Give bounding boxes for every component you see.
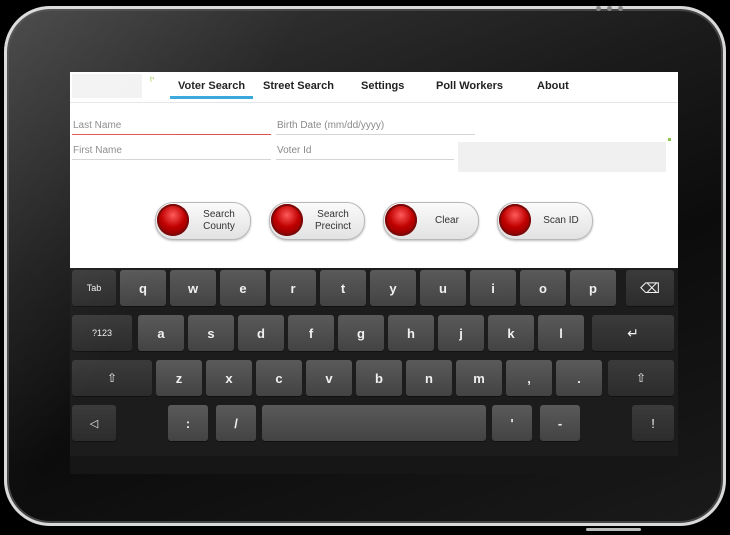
key-m[interactable]: m (456, 360, 502, 396)
last-name-input[interactable] (73, 118, 269, 132)
key-f[interactable]: f (288, 315, 334, 351)
key-apostrophe[interactable]: ' (492, 405, 532, 441)
key-o[interactable]: o (520, 270, 566, 306)
key-period[interactable]: . (556, 360, 602, 396)
search-county-button[interactable]: Search County (155, 202, 251, 240)
tab-street-search[interactable]: Street Search (263, 80, 334, 92)
key-comma[interactable]: , (506, 360, 552, 396)
red-led-icon (157, 204, 189, 236)
key-l[interactable]: l (538, 315, 584, 351)
voter-id-input[interactable] (277, 143, 453, 157)
keyboard-bottom-strip (70, 456, 678, 474)
birth-date-underline (276, 134, 475, 135)
home-indicator (586, 528, 641, 531)
first-name-underline (72, 159, 271, 160)
shift-right-key[interactable]: ⇧ (608, 360, 674, 396)
key-a[interactable]: a (138, 315, 184, 351)
key-hyphen[interactable]: - (540, 405, 580, 441)
key-k[interactable]: k (488, 315, 534, 351)
app-screen: ᵗ' Voter Search Street Search Settings P… (70, 72, 678, 474)
logo-mark-icon: ᵗ' (150, 76, 155, 87)
shift-left-key[interactable]: ⇧ (72, 360, 152, 396)
scan-id-label: Scan ID (543, 215, 579, 226)
tablet-frame: ᵗ' Voter Search Street Search Settings P… (4, 6, 726, 531)
key-tab[interactable]: Tab (72, 270, 116, 306)
scan-id-button[interactable]: Scan ID (497, 202, 593, 240)
key-s[interactable]: s (188, 315, 234, 351)
clear-button[interactable]: Clear (383, 202, 479, 240)
on-screen-keyboard: Tab q w e r t y u i o p ⌫ ?123 a s d f g… (70, 268, 678, 474)
key-y[interactable]: y (370, 270, 416, 306)
red-led-icon (499, 204, 531, 236)
red-led-icon (385, 204, 417, 236)
key-z[interactable]: z (156, 360, 202, 396)
key-c[interactable]: c (256, 360, 302, 396)
tab-about[interactable]: About (537, 80, 569, 92)
key-p[interactable]: p (570, 270, 616, 306)
space-bar[interactable] (262, 405, 486, 441)
tab-settings[interactable]: Settings (361, 80, 404, 92)
key-g[interactable]: g (338, 315, 384, 351)
clear-label: Clear (435, 215, 459, 226)
last-name-underline (72, 134, 271, 135)
key-v[interactable]: v (306, 360, 352, 396)
red-led-icon (271, 204, 303, 236)
key-slash[interactable]: / (216, 405, 256, 441)
birth-date-input[interactable] (277, 118, 473, 132)
key-r[interactable]: r (270, 270, 316, 306)
enter-key[interactable]: ↵ (592, 315, 674, 351)
status-dot (668, 138, 671, 141)
key-exclamation[interactable]: ! (632, 405, 674, 441)
tab-voter-search[interactable]: Voter Search (169, 80, 254, 99)
key-e[interactable]: e (220, 270, 266, 306)
search-county-label: Search County (203, 209, 235, 232)
key-q[interactable]: q (120, 270, 166, 306)
key-u[interactable]: u (420, 270, 466, 306)
first-name-input[interactable] (73, 143, 269, 157)
key-i[interactable]: i (470, 270, 516, 306)
app-logo (72, 74, 142, 98)
voter-id-underline (276, 159, 454, 160)
blank-panel (458, 142, 666, 172)
backspace-key[interactable]: ⌫ (626, 270, 674, 306)
key-colon[interactable]: : (168, 405, 208, 441)
key-symbols[interactable]: ?123 (72, 315, 132, 351)
key-n[interactable]: n (406, 360, 452, 396)
tab-bar: ᵗ' Voter Search Street Search Settings P… (70, 72, 678, 103)
tab-poll-workers[interactable]: Poll Workers (436, 80, 503, 92)
search-precinct-label: Search Precinct (314, 209, 352, 232)
key-x[interactable]: x (206, 360, 252, 396)
key-d[interactable]: d (238, 315, 284, 351)
key-t[interactable]: t (320, 270, 366, 306)
key-h[interactable]: h (388, 315, 434, 351)
key-b[interactable]: b (356, 360, 402, 396)
hide-keyboard-key[interactable]: ◁ (72, 405, 116, 441)
search-precinct-button[interactable]: Search Precinct (269, 202, 365, 240)
key-w[interactable]: w (170, 270, 216, 306)
camera-dots (596, 6, 623, 11)
key-j[interactable]: j (438, 315, 484, 351)
